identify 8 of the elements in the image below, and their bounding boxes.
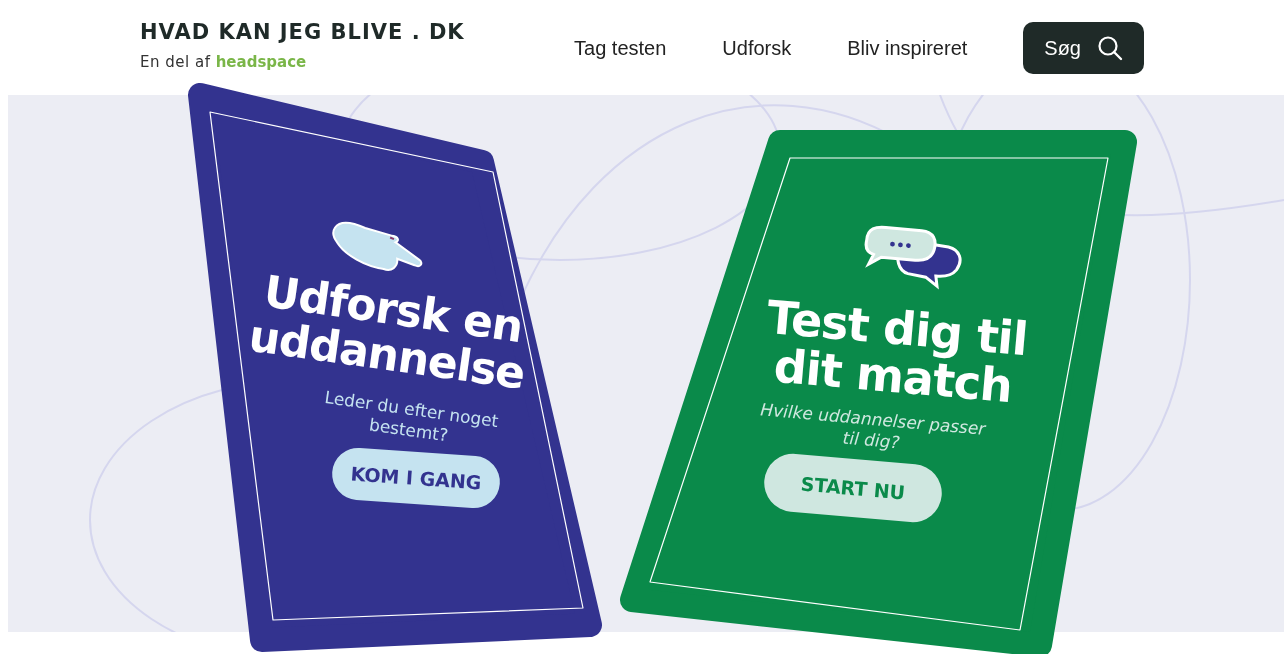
- nav-link-item[interactable]: Tag testen: [574, 32, 667, 63]
- site-logo[interactable]: HVAD KAN JEG BLIVE . DK: [140, 21, 465, 43]
- nav-link-item[interactable]: Bliv inspireret: [847, 32, 968, 63]
- search-icon: [1097, 34, 1123, 61]
- logo-tagline: En del af headspace: [140, 51, 308, 73]
- search-button[interactable]: Søg: [1023, 21, 1144, 74]
- card-subtitle: Leder du efter noget bestemt?: [323, 387, 500, 448]
- nav-link-item[interactable]: Udforsk: [722, 32, 792, 63]
